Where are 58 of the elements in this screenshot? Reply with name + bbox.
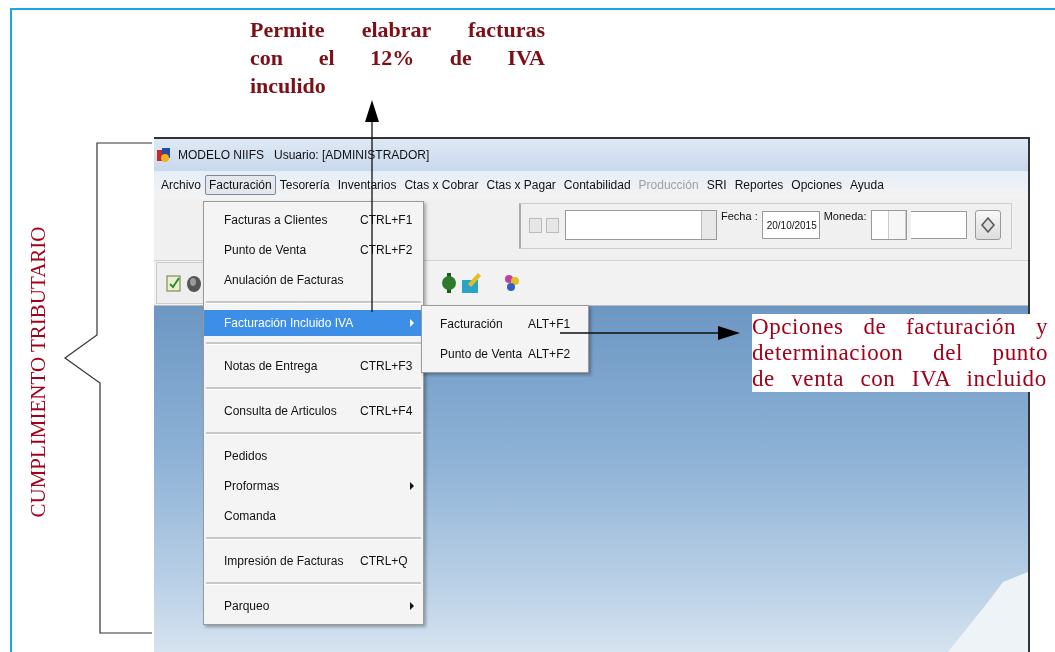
dropdown-field[interactable] [565,210,717,240]
field-label: Fecha : [721,210,758,222]
annotation-text: Permite elabrar facturas con el 12% de IVA inculido [250,16,545,100]
submenu-arrow-icon [410,319,414,327]
menu-item-label: Facturas a Clientes [224,213,328,227]
shortcut-text: CTRL+F4 [360,404,413,418]
coin-icon[interactable] [440,272,458,294]
date-field[interactable]: 20/10/2015 [761,211,820,239]
dropdown-field[interactable] [870,210,907,240]
menu-item[interactable]: Proformas [204,471,423,501]
menu-item[interactable]: Pedidos [204,441,423,471]
menu-item[interactable]: Anulación de Facturas [204,265,423,295]
menu-item-label: Consulta de Articulos [224,404,337,418]
menu-item[interactable]: Comanda [204,501,423,531]
menu-bar-item[interactable]: SRI [702,175,731,195]
menu-item-label: Parqueo [224,599,270,613]
menu-item[interactable]: Notas de Entrega CTRL+F3 [204,351,423,381]
menu-item-label: Facturación [440,317,503,331]
shortcut-text: ALT+F1 [528,317,571,331]
menu-bar-item[interactable]: Ctas x Cobrar [400,175,483,195]
menu-item[interactable]: Impresión de Facturas CTRL+Q [204,546,423,576]
menu-bar-item[interactable]: Facturación [205,175,276,195]
menu-bar-item[interactable]: Tesorería [275,175,334,195]
menu-item[interactable]: Parqueo [204,591,423,621]
menu-item-label: Notas de Entrega [224,359,318,373]
field-label: Moneda: [823,210,867,222]
menu-bar-item[interactable]: Reportes [730,175,788,195]
menu-bar-item[interactable]: Ctas x Pagar [482,175,560,195]
menu-item[interactable]: Punto de Venta ALT+F2 [422,339,588,369]
menu-item-label: Impresión de Facturas [224,554,344,568]
disc-icon[interactable] [185,273,203,293]
shortcut-text: CTRL+F3 [360,359,413,373]
menu-item-label: Proformas [224,479,280,493]
input-field[interactable] [910,211,967,239]
document-icon[interactable] [165,273,183,293]
menu-item-label: Punto de Venta [440,347,523,361]
menu-bar-item[interactable]: Opciones [787,175,847,195]
menu-bar-item[interactable]: Ayuda [846,175,888,195]
diamond-icon [980,217,995,233]
menu-bar-item[interactable]: Archivo [157,175,205,195]
menu-item-label: Facturación Incluido IVA [224,316,354,330]
toolbar-button[interactable] [974,210,1001,240]
menu-item[interactable]: Facturación ALT+F1 [422,309,588,339]
annotation-text: Opciones de facturación y determinacioon del punto de venta con IVA incluido [752,314,1048,392]
menu-item-label: Punto de Venta [224,243,307,257]
submenu-arrow-icon [410,482,414,490]
shortcut-text: CTRL+Q [360,554,408,568]
submenu-arrow-icon [410,602,414,610]
shortcut-text: ALT+F2 [528,347,571,361]
menu-item-label: Pedidos [224,449,268,463]
menu-item[interactable]: Consulta de Articulos CTRL+F4 [204,396,423,426]
app-icon [156,147,172,163]
side-label: CUMPLIMIENTO TRIBUTARIO [25,225,50,520]
menu-item-label: Anulación de Facturas [224,273,344,287]
menu-item-label: Comanda [224,509,277,523]
people-icon[interactable] [504,274,520,292]
menu-bar-item[interactable]: Contabilidad [559,175,635,195]
window-title: MODELO NIIFS [178,148,264,162]
